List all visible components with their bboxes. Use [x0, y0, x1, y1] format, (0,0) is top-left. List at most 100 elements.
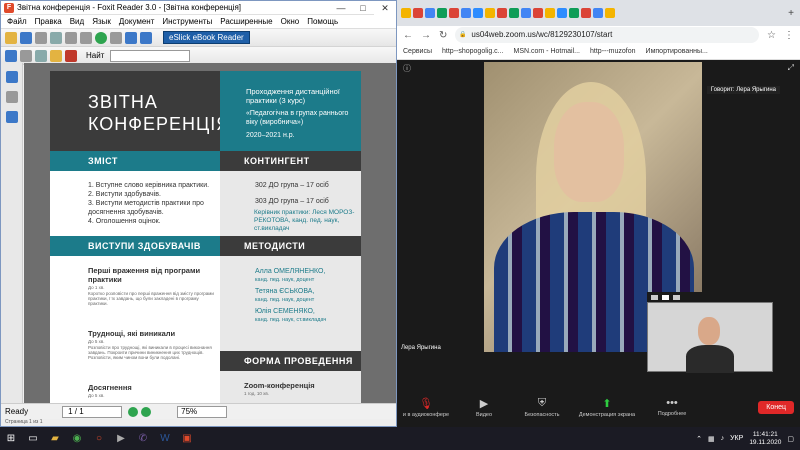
- comment-icon[interactable]: [65, 49, 77, 62]
- security-button[interactable]: ⛨ Безопасность: [513, 397, 571, 418]
- minimize-video-icon[interactable]: [651, 294, 658, 300]
- tab-favicon[interactable]: [425, 8, 435, 18]
- share-screen-button[interactable]: ⬆ Демонстрация экрана: [571, 397, 643, 418]
- prev-page-icon[interactable]: [65, 31, 77, 44]
- tab-favicon[interactable]: [545, 8, 555, 18]
- menu-help[interactable]: Помощь: [303, 17, 342, 26]
- clock[interactable]: 11:41:21 19.11.2020: [749, 431, 781, 447]
- form-value: Zoom-конференція: [244, 381, 315, 390]
- tab-favicon[interactable]: [449, 8, 459, 18]
- tab-favicon[interactable]: [485, 8, 495, 18]
- volume-icon[interactable]: ♪: [721, 435, 725, 442]
- star-icon[interactable]: ☆: [767, 30, 776, 41]
- new-tab-icon[interactable]: +: [788, 8, 794, 19]
- page-number-field[interactable]: 1 / 1: [62, 405, 123, 418]
- tab-favicon[interactable]: [533, 8, 543, 18]
- menu-document[interactable]: Документ: [115, 17, 159, 26]
- notifications-icon[interactable]: ▢: [787, 435, 794, 443]
- end-meeting-button[interactable]: Конец: [758, 400, 794, 414]
- academic-year: 2020–2021 н.р.: [246, 132, 295, 139]
- document-view[interactable]: ЗВІТНА КОНФЕРЕНЦІЯ Проходження дистанцій…: [24, 63, 396, 403]
- tab-favicon[interactable]: [497, 8, 507, 18]
- close-button[interactable]: ✕: [374, 1, 396, 15]
- info-icon[interactable]: ⓘ: [403, 63, 411, 73]
- speaker-view-icon[interactable]: [673, 294, 680, 300]
- word-icon[interactable]: W: [154, 427, 176, 450]
- viber-icon[interactable]: ✆: [132, 427, 154, 450]
- select-text-icon[interactable]: [20, 49, 32, 62]
- network-icon[interactable]: ▦: [708, 435, 715, 443]
- go-last-icon[interactable]: [141, 406, 152, 417]
- forward-arrow-icon[interactable]: →: [421, 30, 431, 41]
- foxit-taskbar-icon[interactable]: ▣: [176, 427, 198, 450]
- self-video-thumbnail[interactable]: [647, 302, 773, 373]
- email-icon[interactable]: [50, 31, 62, 44]
- menu-window[interactable]: Окно: [277, 17, 304, 26]
- open-icon[interactable]: [5, 31, 17, 44]
- tab-favicon[interactable]: [521, 8, 531, 18]
- bookmarks-panel-icon[interactable]: [6, 71, 18, 83]
- zoom-field[interactable]: 75%: [177, 405, 228, 418]
- reload-icon[interactable]: ↻: [439, 30, 447, 41]
- bookmark-services[interactable]: Сервисы: [403, 48, 432, 55]
- menu-icon[interactable]: ⋮: [784, 30, 794, 41]
- next-page-icon[interactable]: [80, 31, 92, 44]
- hand-tool-icon[interactable]: [5, 49, 17, 62]
- gallery-icon[interactable]: [662, 294, 669, 300]
- layers-panel-icon[interactable]: [6, 111, 18, 123]
- zoom-out-icon[interactable]: [140, 31, 152, 44]
- find-input[interactable]: [110, 49, 191, 62]
- menu-edit[interactable]: Правка: [31, 17, 66, 26]
- left-panel: [1, 63, 23, 403]
- bookmark-item[interactable]: http---muzofon: [590, 48, 636, 55]
- forward-icon[interactable]: [95, 31, 107, 44]
- opera-icon[interactable]: ○: [88, 427, 110, 450]
- menu-file[interactable]: Файл: [3, 17, 31, 26]
- tab-favicon[interactable]: [413, 8, 423, 18]
- menu-advanced[interactable]: Расширенные: [216, 17, 276, 26]
- maximize-button[interactable]: □: [352, 1, 374, 15]
- more-button[interactable]: ••• Подробнее: [643, 397, 701, 417]
- menu-view[interactable]: Вид: [66, 17, 88, 26]
- minimize-button[interactable]: —: [330, 1, 352, 15]
- tab-favicon[interactable]: [437, 8, 447, 18]
- url-field[interactable]: us04web.zoom.us/wc/8129230107/start: [455, 27, 760, 43]
- tab-favicon[interactable]: [557, 8, 567, 18]
- media-icon[interactable]: ▶: [110, 427, 132, 450]
- foxit-titlebar[interactable]: F Звітна конференція - Foxit Reader 3.0 …: [1, 1, 396, 15]
- tab-favicon[interactable]: [461, 8, 471, 18]
- print-icon[interactable]: [35, 31, 47, 44]
- bookmark-item[interactable]: MSN.com - Hotmail...: [514, 48, 581, 55]
- pages-panel-icon[interactable]: [6, 91, 18, 103]
- language-indicator[interactable]: УКР: [730, 435, 743, 442]
- video-button[interactable]: ▶ Видео: [455, 397, 513, 418]
- tab-favicon[interactable]: [509, 8, 519, 18]
- up-arrow-icon[interactable]: ⌃: [696, 435, 702, 443]
- task-view-icon[interactable]: ▭: [22, 427, 44, 450]
- explorer-icon[interactable]: ▰: [44, 427, 66, 450]
- save-icon[interactable]: [20, 31, 32, 44]
- bookmark-item[interactable]: http--shopogolig.c...: [442, 48, 503, 55]
- tab-favicon[interactable]: [605, 8, 615, 18]
- zoom-in-icon[interactable]: [125, 31, 137, 44]
- chrome-taskbar-icon[interactable]: ◉: [66, 427, 88, 450]
- fullscreen-icon[interactable]: ⤢: [788, 63, 794, 72]
- menu-language[interactable]: Язык: [88, 17, 115, 26]
- ebook-reader-banner[interactable]: eSlick eBook Reader: [163, 31, 250, 44]
- start-icon[interactable]: ⊞: [0, 427, 22, 450]
- bookmark-folder[interactable]: Импортированны...: [646, 48, 708, 55]
- speaker-face: [554, 102, 624, 202]
- form-time: 1 год. 10 хв.: [244, 391, 269, 396]
- snapshot-icon[interactable]: [35, 49, 47, 62]
- back-arrow-icon[interactable]: ←: [403, 30, 413, 41]
- tab-favicon[interactable]: [569, 8, 579, 18]
- tab-favicon[interactable]: [401, 8, 411, 18]
- tab-favicon[interactable]: [473, 8, 483, 18]
- go-first-icon[interactable]: [128, 406, 139, 417]
- tab-favicon[interactable]: [581, 8, 591, 18]
- back-icon[interactable]: [110, 31, 122, 44]
- tab-favicon[interactable]: [593, 8, 603, 18]
- menu-tools[interactable]: Инструменты: [158, 17, 216, 26]
- audio-button[interactable]: 🎙 и в аудиоконфере: [397, 397, 455, 418]
- typewriter-icon[interactable]: [50, 49, 62, 62]
